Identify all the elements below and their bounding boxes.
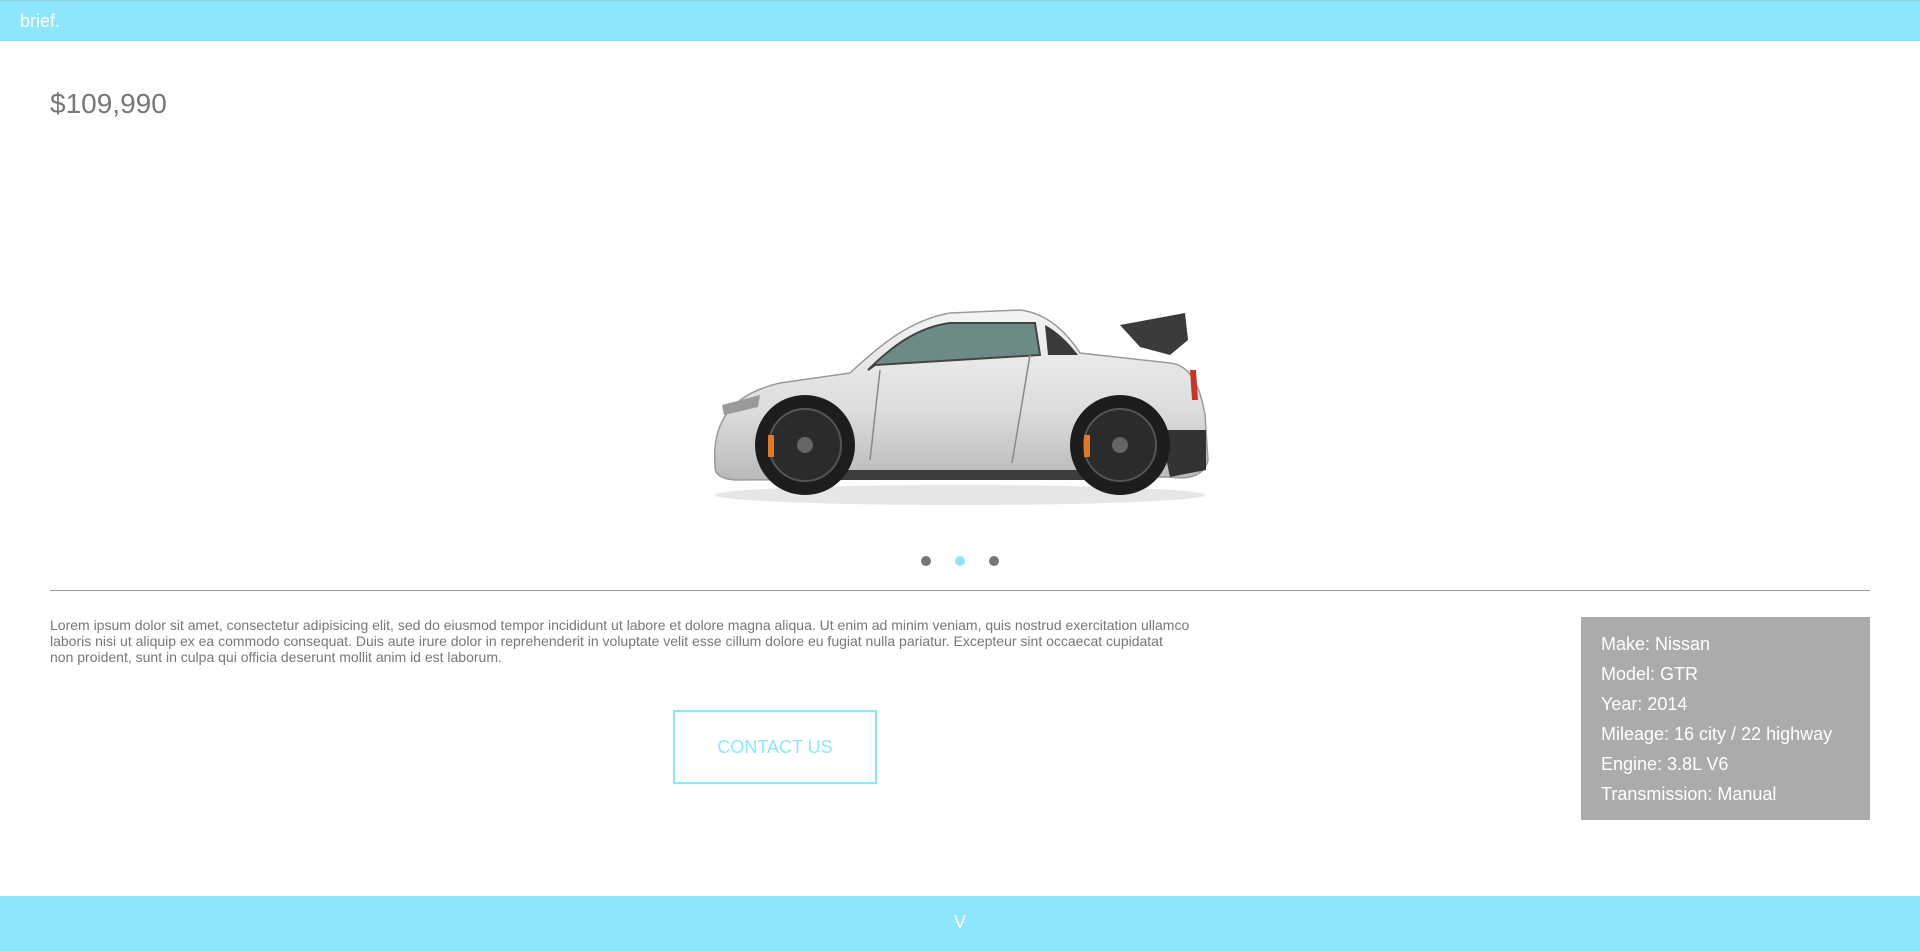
car-sill <box>800 470 1120 480</box>
specs-panel: Make: Nissan Model: GTR Year: 2014 Milea… <box>1581 617 1870 820</box>
car-spoiler <box>1120 313 1188 355</box>
price-label: $109,990 <box>50 88 167 119</box>
carousel-pagination <box>0 553 1920 571</box>
rear-wheel <box>1070 395 1170 495</box>
description-text: Lorem ipsum dolor sit amet, consectetur … <box>50 617 1190 665</box>
car-image-carousel[interactable] <box>700 255 1220 515</box>
section-divider <box>50 590 1870 591</box>
spec-year: Year: 2014 <box>1601 694 1688 714</box>
top-bar: brief. <box>0 0 1920 41</box>
car-image <box>713 309 1209 505</box>
carousel-dot[interactable] <box>989 556 1000 566</box>
spec-make: Make: Nissan <box>1601 634 1711 654</box>
scroll-down-chevron-icon[interactable]: V <box>0 912 1920 933</box>
brand-logo[interactable]: brief. <box>20 11 60 32</box>
footer-bar: V <box>0 896 1920 951</box>
spec-engine: Engine: 3.8L V6 <box>1601 754 1729 774</box>
spec-mileage: Mileage: 16 city / 22 highway <box>1601 724 1833 744</box>
spec-model: Model: GTR <box>1601 664 1699 684</box>
spec-transmission: Transmission: Manual <box>1601 784 1777 804</box>
carousel-dot[interactable] <box>920 556 931 566</box>
front-wheel <box>755 395 855 495</box>
contact-us-button[interactable]: CONTACT US <box>673 710 877 784</box>
carousel-dot-active[interactable] <box>955 556 965 566</box>
